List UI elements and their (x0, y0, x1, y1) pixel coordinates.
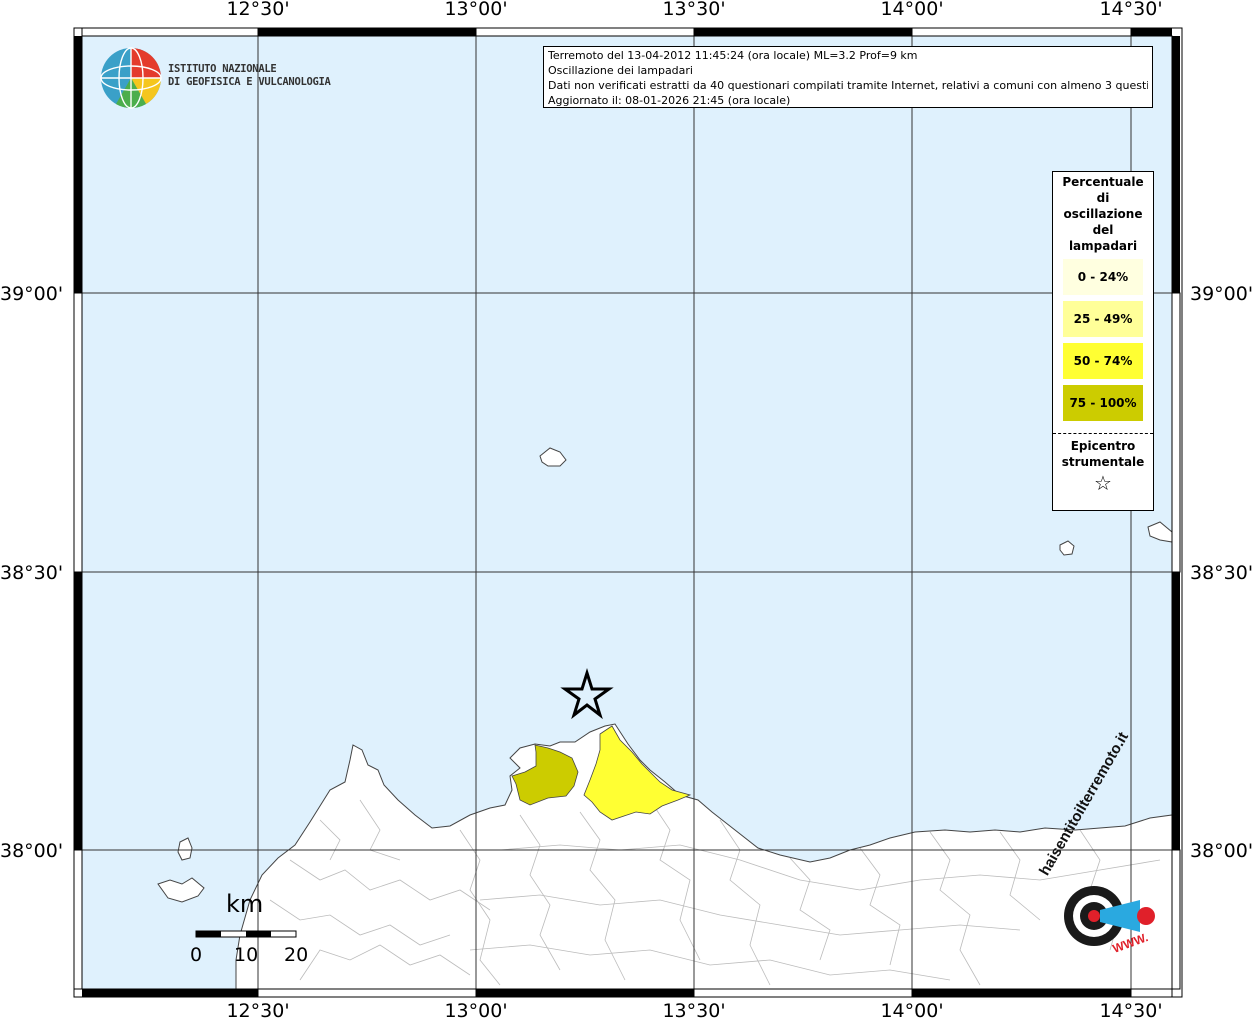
legend-divider (1053, 433, 1153, 434)
axis-right-label: 38°00' (1190, 840, 1254, 862)
info-line: Aggiornato il: 08-01-2026 21:45 (ora loc… (548, 94, 791, 107)
legend-title: Percentuale di oscillazione del lampadar… (1053, 174, 1153, 254)
scale-tick: 20 (284, 944, 309, 966)
legend-item: 75 - 100% (1063, 385, 1143, 421)
info-line: Dati non verificati estratti da 40 quest… (548, 79, 1148, 92)
legend-title-line: Percentuale (1062, 175, 1144, 189)
scale-unit: km (226, 890, 264, 918)
legend-epicentro: Epicentro strumentale (1053, 438, 1153, 470)
axis-bottom-label: 13°30' (662, 1000, 726, 1022)
legend-star-icon: ☆ (1094, 471, 1112, 495)
legend-title-line: oscillazione (1063, 207, 1143, 221)
legend-item: 50 - 74% (1063, 343, 1143, 379)
logo-line: ISTITUTO NAZIONALE (168, 63, 277, 75)
axis-bottom-label: 14°00' (880, 1000, 944, 1022)
legend-title-line: di (1096, 191, 1110, 205)
scale-tick: 10 (234, 944, 259, 966)
axis-left-label: 38°00' (0, 840, 64, 862)
map (73, 27, 1183, 998)
axis-top-label: 14°00' (880, 0, 944, 20)
ingv-globe-icon (100, 47, 162, 109)
axis-right-label: 38°30' (1190, 562, 1254, 584)
info-line: Oscillazione dei lampadari (548, 64, 693, 77)
axis-bottom-label: 13°00' (444, 1000, 508, 1022)
scale-tick: 0 (190, 944, 203, 966)
legend-item: 25 - 49% (1063, 301, 1143, 337)
legend-epicentro-line: strumentale (1061, 455, 1145, 469)
axis-top-label: 13°00' (444, 0, 508, 20)
axis-top-label: 14°30' (1099, 0, 1163, 20)
axis-bottom-label: 14°30' (1099, 1000, 1163, 1022)
legend-title-line: lampadari (1068, 239, 1138, 253)
legend: Percentuale di oscillazione del lampadar… (1052, 171, 1154, 511)
legend-title-line: del (1092, 223, 1114, 237)
axis-left-label: 38°30' (0, 562, 64, 584)
axis-top-label: 12°30' (226, 0, 290, 20)
legend-epicentro-line: Epicentro (1070, 439, 1136, 453)
ingv-logo-text: ISTITUTO NAZIONALE DI GEOFISICA E VULCAN… (168, 63, 331, 89)
axis-bottom-label: 12°30' (226, 1000, 290, 1022)
legend-item: 0 - 24% (1063, 259, 1143, 295)
scale-bar (195, 930, 297, 938)
axis-right-label: 39°00' (1190, 283, 1254, 305)
event-info-box: Terremoto del 13-04-2012 11:45:24 (ora l… (543, 46, 1153, 108)
axis-left-label: 39°00' (0, 283, 64, 305)
logo-line: DI GEOFISICA E VULCANOLOGIA (168, 76, 331, 88)
axis-top-label: 13°30' (662, 0, 726, 20)
info-line: Terremoto del 13-04-2012 11:45:24 (ora l… (548, 49, 918, 62)
